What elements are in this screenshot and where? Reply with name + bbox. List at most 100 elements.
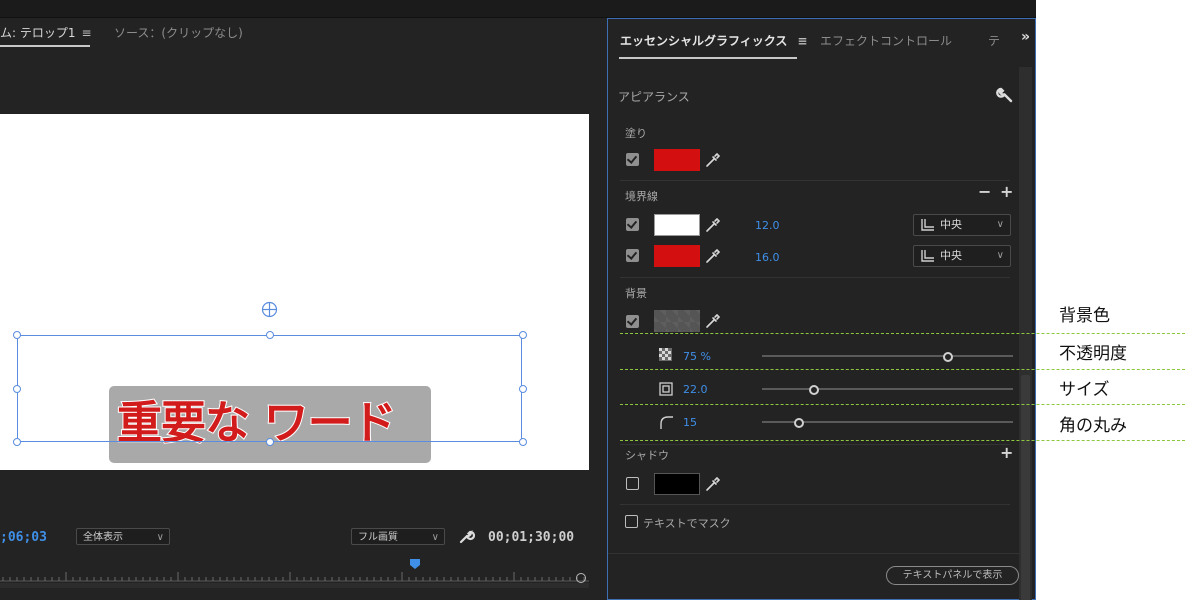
stroke-1-position-select[interactable]: 中央 ∨ [913, 214, 1011, 236]
tab-source[interactable]: ソース：(クリップなし) [114, 24, 243, 41]
stroke-1-color-swatch[interactable] [654, 214, 700, 236]
resize-handle[interactable] [13, 331, 21, 339]
chevron-down-icon: ∨ [156, 532, 164, 543]
zoom-level-select[interactable]: 全体表示 ∨ [76, 528, 170, 545]
divider [620, 504, 1010, 505]
corner-radius-slider-knob[interactable] [793, 418, 804, 428]
stroke-2-width[interactable]: 16.0 [755, 251, 780, 264]
resize-handle[interactable] [266, 438, 274, 446]
chevron-down-icon: ∨ [996, 250, 1004, 261]
stroke-2-position-select[interactable]: 中央 ∨ [913, 245, 1011, 267]
resize-handle[interactable] [519, 438, 527, 446]
annotation-opacity: 不透明度 [1059, 344, 1127, 364]
ruler-end-handle[interactable] [576, 573, 586, 583]
annotation-guide-line [620, 333, 1185, 334]
background-color-swatch[interactable] [654, 310, 700, 332]
opacity-slider-track[interactable] [762, 355, 1013, 357]
annotation-size: サイズ [1059, 380, 1110, 400]
premiere-window: ム: テロップ1 ≡ ソース：(クリップなし) 重要な ワード ;06;03 全体… [0, 0, 1036, 600]
playhead-icon[interactable] [409, 558, 421, 570]
fill-checkbox[interactable] [626, 153, 639, 166]
divider [620, 444, 1010, 445]
current-timecode[interactable]: ;06;03 [0, 530, 47, 545]
opacity-icon [659, 348, 672, 361]
playback-quality-select[interactable]: フル画質 ∨ [351, 528, 445, 545]
stroke-2-color-swatch[interactable] [654, 245, 700, 267]
program-monitor: ム: テロップ1 ≡ ソース：(クリップなし) 重要な ワード ;06;03 全体… [0, 18, 603, 600]
tab-program[interactable]: ム: テロップ1 ≡ [0, 24, 92, 41]
opacity-slider-knob[interactable] [943, 352, 954, 362]
annotation-guide-line [620, 369, 1185, 370]
panel-menu-icon[interactable]: ≡ [797, 34, 807, 48]
chevron-down-icon: ∨ [431, 532, 439, 543]
stroke-1-checkbox[interactable] [626, 218, 639, 231]
annotation-background-color: 背景色 [1059, 306, 1110, 326]
eyedropper-icon[interactable] [705, 248, 721, 264]
resize-handle[interactable] [13, 385, 21, 393]
annotation-corner-radius: 角の丸み [1059, 416, 1127, 436]
eyedropper-icon[interactable] [705, 476, 721, 492]
background-size-value[interactable]: 22.0 [683, 383, 708, 396]
title-bar [0, 0, 1036, 17]
wrench-icon[interactable] [996, 86, 1014, 104]
tab-essential-graphics-label: エッセンシャルグラフィックス [620, 34, 788, 48]
resize-handle[interactable] [519, 331, 527, 339]
scrollbar-thumb[interactable] [1021, 375, 1030, 600]
show-in-text-panel-button[interactable]: テキストパネルで表示 [886, 566, 1019, 585]
divider [620, 277, 1010, 278]
add-stroke-button[interactable]: + [1000, 182, 1013, 201]
stroke-position-icon [921, 219, 934, 231]
divider [608, 553, 1019, 554]
more-tabs-icon[interactable]: » [1021, 29, 1030, 45]
add-shadow-button[interactable]: + [1000, 443, 1013, 462]
playback-quality-value: フル画質 [358, 532, 398, 543]
shadow-color-swatch[interactable] [654, 473, 700, 495]
tab-program-label: ム: テロップ1 [0, 26, 76, 40]
tab-essential-graphics[interactable]: エッセンシャルグラフィックス ≡ [620, 32, 807, 49]
selection-bounding-box[interactable] [17, 335, 522, 442]
panel-menu-icon[interactable]: ≡ [82, 26, 92, 40]
stroke-position-icon [921, 250, 934, 262]
background-label: 背景 [625, 287, 647, 300]
chevron-down-icon: ∨ [996, 219, 1004, 230]
stroke-1-width[interactable]: 12.0 [755, 219, 780, 232]
corner-radius-icon [660, 416, 673, 429]
zoom-level-value: 全体表示 [83, 532, 123, 543]
size-slider-knob[interactable] [809, 385, 820, 395]
mask-with-text-label: テキストでマスク [643, 517, 731, 530]
size-slider-track[interactable] [762, 388, 1013, 390]
divider [620, 180, 1010, 181]
background-checkbox[interactable] [626, 315, 639, 328]
shadow-checkbox[interactable] [626, 477, 639, 490]
eyedropper-icon[interactable] [705, 152, 721, 168]
horizontal-scrollbar[interactable] [0, 583, 589, 588]
resize-handle[interactable] [13, 438, 21, 446]
wrench-icon[interactable] [458, 528, 475, 545]
annotation-guide-line [620, 440, 1185, 441]
essential-graphics-panel: エッセンシャルグラフィックス ≡ エフェクトコントロール テ » アピアランス 塗… [607, 18, 1036, 600]
stroke-2-checkbox[interactable] [626, 249, 639, 262]
anchor-point-icon[interactable] [261, 301, 278, 318]
stroke-1-position-value: 中央 [940, 218, 962, 231]
background-opacity-value[interactable]: 75 % [683, 350, 711, 363]
tab-underline [0, 45, 90, 47]
background-corner-radius-value[interactable]: 15 [683, 416, 697, 429]
tab-third[interactable]: テ [988, 32, 1000, 49]
resize-handle[interactable] [266, 331, 274, 339]
stroke-label: 境界線 [625, 190, 658, 203]
stroke-2-position-value: 中央 [940, 249, 962, 262]
eyedropper-icon[interactable] [705, 313, 721, 329]
size-icon [659, 382, 673, 396]
tab-effect-controls[interactable]: エフェクトコントロール [820, 32, 952, 49]
time-ruler[interactable] [0, 566, 589, 582]
appearance-header: アピアランス [618, 90, 690, 104]
duration-timecode: 00;01;30;00 [488, 530, 575, 545]
fill-color-swatch[interactable] [654, 149, 700, 171]
shadow-label: シャドウ [625, 449, 669, 462]
fill-label: 塗り [625, 127, 647, 140]
resize-handle[interactable] [519, 385, 527, 393]
eyedropper-icon[interactable] [705, 217, 721, 233]
tab-underline [619, 57, 797, 59]
mask-with-text-checkbox[interactable] [625, 515, 638, 528]
remove-stroke-button[interactable]: − [978, 182, 991, 201]
